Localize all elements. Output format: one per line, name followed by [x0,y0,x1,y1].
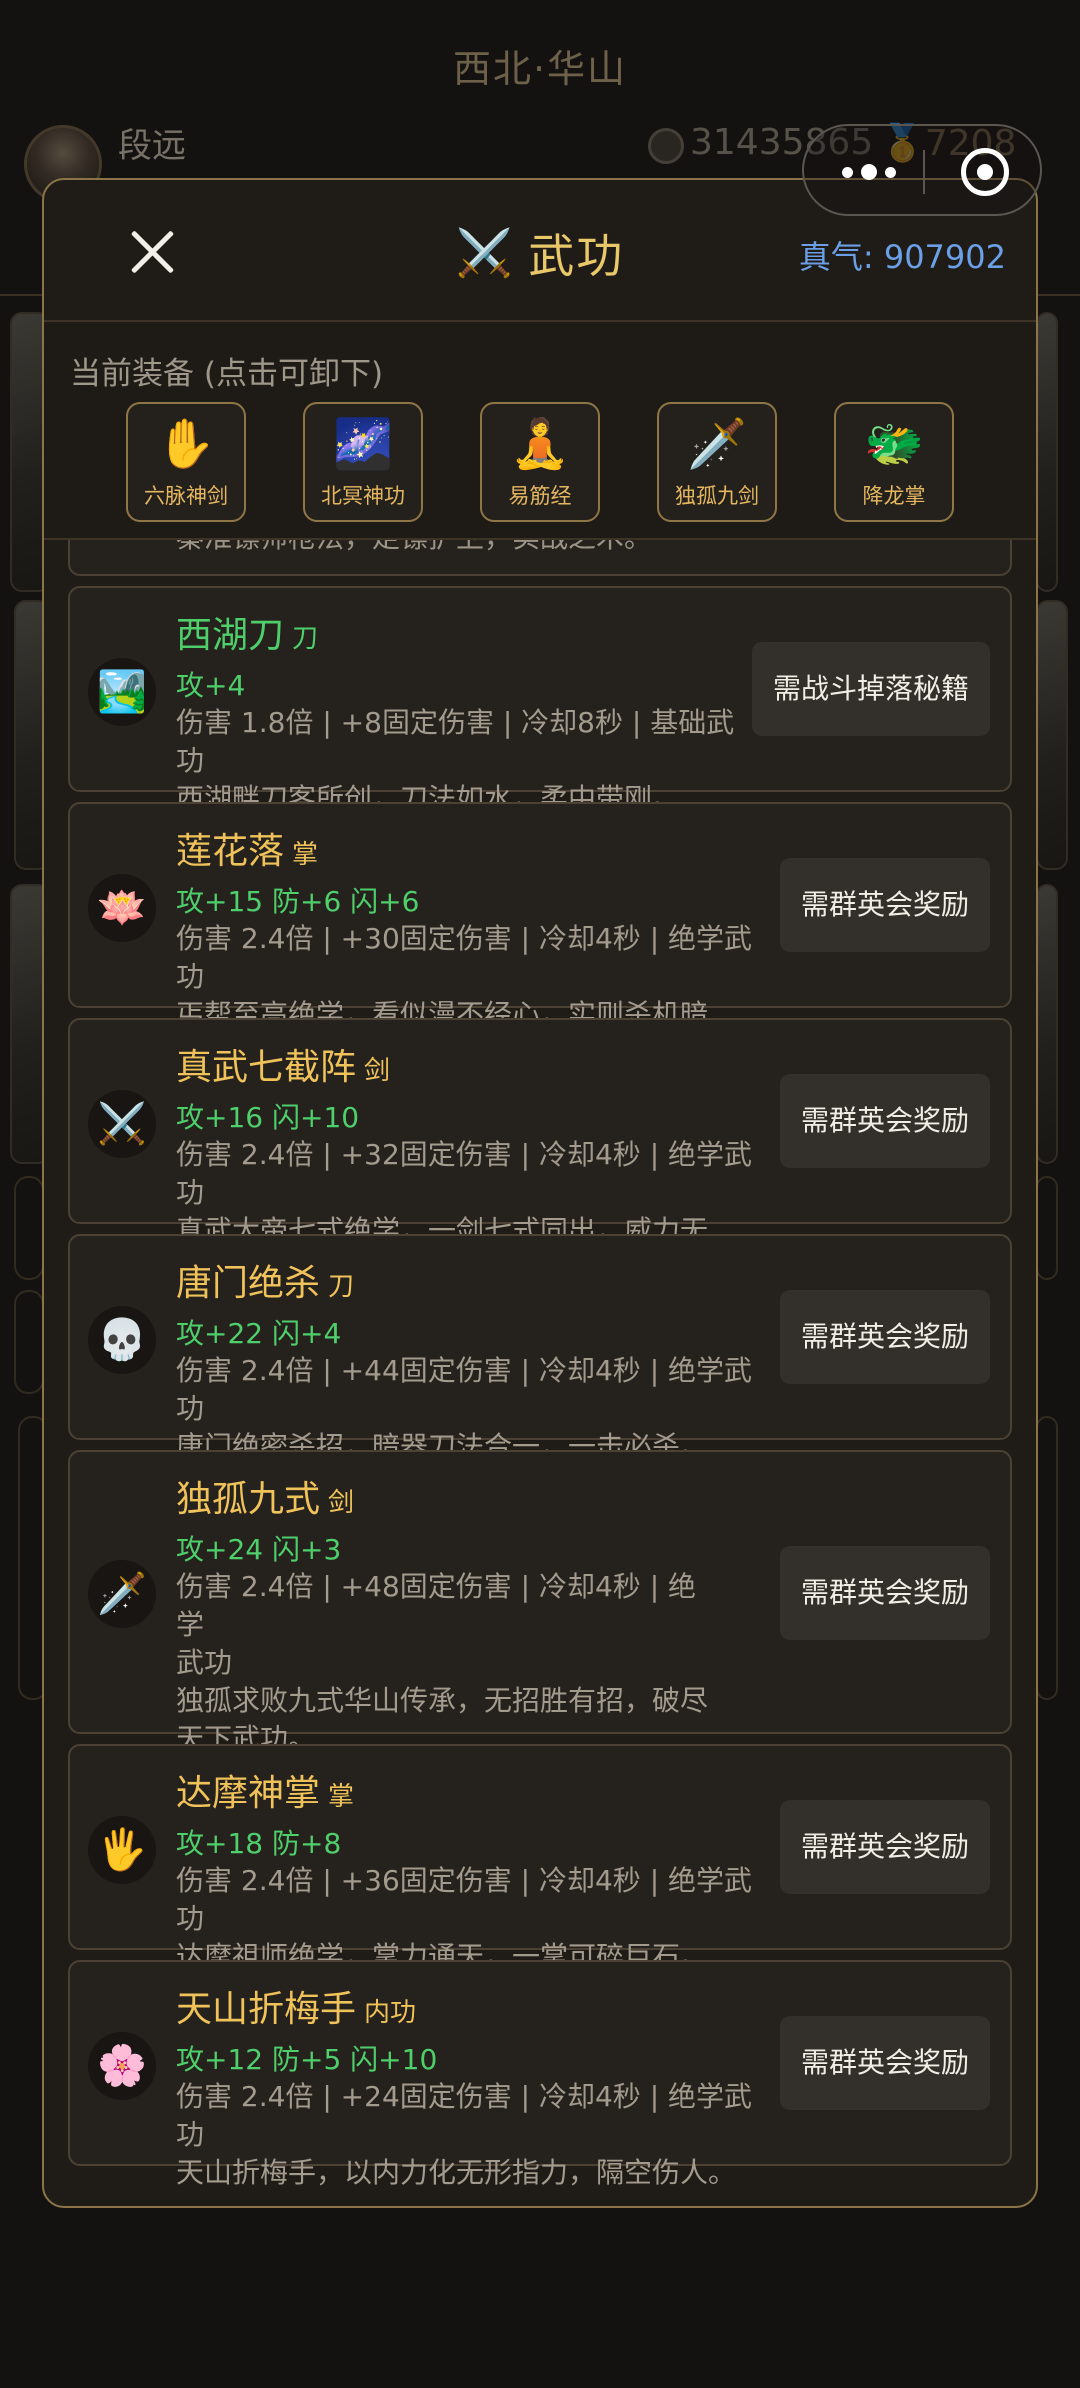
username: 段远 [118,126,186,166]
skull-icon: 💀 [88,1306,156,1374]
equipped-slot-xianglong[interactable]: 🐲 降龙掌 [834,402,954,522]
list-item: 💀 唐门绝杀刀 攻+22 闪+4 伤害 2.4倍 | +44固定伤害 | 冷却4… [68,1234,1012,1463]
crossed-swords-icon: ⚔️ [455,225,514,280]
list-item: 🏞️ 西湖刀刀 攻+4 伤害 1.8倍 | +8固定伤害 | 冷却8秒 | 基础… [68,586,1012,815]
background-scene-card [1036,312,1058,592]
skill-name: 西湖刀刀 [176,615,319,656]
martial-arts-modal: ⚔️ 武功 真气: 907902 当前装备 (点击可卸下) ✋ 六脉神剑 🌌 北… [42,178,1038,2208]
skill-name: 天山折梅手 内功 [176,1989,417,2030]
skill-description: 伤害 1.8倍 | +8固定伤害 | 冷却8秒 | 基础武功 西湖畔刀客所创，刀法… [176,706,735,815]
equipped-slot-label: 易筋经 [508,484,572,508]
equipped-slot-beiming[interactable]: 🌌 北冥神功 [303,402,423,522]
skill-description: 伤害 2.4倍 | +36固定伤害 | 冷却4秒 | 绝学武功 达摩祖师绝学，掌力… [176,1864,753,1973]
equipped-slot-liumai[interactable]: ✋ 六脉神剑 [126,402,246,522]
skill-type: 内功 [364,1998,417,2028]
skill-name: 真武七截阵剑 [176,1047,391,1088]
acquire-button[interactable]: 需战斗掉落秘籍 [752,642,990,736]
skill-name: 达摩神掌掌 [176,1773,355,1814]
acquire-button[interactable]: 需群英会奖励 [780,1546,990,1640]
equipped-slot-yijin[interactable]: 🧘 易筋经 [480,402,600,522]
crossed-swords-icon: ⚔️ [88,1090,156,1158]
list-item: 🗡️ 独孤九式剑 攻+24 闪+3 伤害 2.4倍 | +48固定伤害 | 冷却… [68,1450,1012,1755]
dragon-icon: 🐲 [864,416,924,472]
background-scene-card [1036,600,1068,870]
landscape-icon: 🏞️ [88,658,156,726]
dagger-icon: 🗡️ [687,416,747,472]
raised-hand-icon: ✋ [156,416,216,472]
miniprogram-capsule [802,124,1042,216]
milky-way-icon: 🌌 [333,416,393,472]
background-frame [14,1290,44,1394]
equipped-heading: 当前装备 (点击可卸下) [70,356,384,392]
acquire-button[interactable]: 需群英会奖励 [780,1290,990,1384]
skill-stats: 攻+24 闪+3 [176,1533,342,1566]
skill-type: 掌 [292,840,319,870]
equipped-section: 当前装备 (点击可卸下) ✋ 六脉神剑 🌌 北冥神功 🧘 易筋经 🗡️ 独孤九剑… [44,324,1036,540]
skill-description: 伤害 2.4倍 | +48固定伤害 | 冷却4秒 | 绝学 武功 独孤求败九式华山… [176,1570,709,1755]
location-title: 西北·华山 [452,47,628,91]
close-miniprogram-icon[interactable] [961,148,1009,196]
waving-hand-icon: 🖐️ [88,1816,156,1884]
acquire-button[interactable]: 需群英会奖励 [780,1800,990,1894]
skill-type: 掌 [328,1782,355,1812]
equipped-slot-label: 独孤九剑 [675,484,759,508]
background-frame [14,1176,44,1280]
qi-readout: 真气: 907902 [798,238,1006,276]
capsule-divider [923,150,925,194]
background-frame [1036,1176,1058,1280]
equipped-slot-label: 北冥神功 [321,484,405,508]
skill-name: 莲花落掌 [176,831,319,872]
cherry-blossom-icon: 🌸 [88,2032,156,2100]
skill-description: 伤害 2.4倍 | +24固定伤害 | 冷却4秒 | 绝学武功 天山折梅手，以内力… [176,2080,753,2189]
skill-stats: 攻+15 防+6 闪+6 [176,885,420,918]
skill-stats: 攻+22 闪+4 [176,1317,342,1350]
skill-stats: 攻+12 防+5 闪+10 [176,2043,438,2076]
skill-stats: 攻+4 [176,669,246,702]
skill-stats: 攻+18 防+8 [176,1827,342,1860]
skill-type: 刀 [328,1272,355,1302]
more-icon[interactable] [834,154,904,190]
acquire-button[interactable]: 需群英会奖励 [780,2016,990,2110]
equipped-slot-dugu[interactable]: 🗡️ 独孤九剑 [657,402,777,522]
modal-title: 武功 [528,229,625,283]
acquire-button[interactable]: 需群英会奖励 [780,858,990,952]
lotus-icon: 🪷 [88,874,156,942]
list-item: 🌸 天山折梅手 内功 攻+12 防+5 闪+10 伤害 2.4倍 | +24固定伤… [68,1960,1012,2189]
dagger-icon: 🗡️ [88,1560,156,1628]
skill-name: 唐门绝杀刀 [176,1263,355,1304]
list-item: 🖐️ 达摩神掌掌 攻+18 防+8 伤害 2.4倍 | +36固定伤害 | 冷却… [68,1744,1012,1973]
equipped-slot-label: 六脉神剑 [144,484,228,508]
skill-type: 剑 [328,1488,355,1518]
skill-name: 独孤九式剑 [176,1479,355,1520]
background-scene-card [1036,884,1058,1164]
equipped-slot-label: 降龙掌 [862,484,926,508]
skill-stats: 攻+16 闪+10 [176,1101,360,1134]
skill-type: 刀 [292,624,319,654]
list-item: ⚔️ 真武七截阵剑 攻+16 闪+10 伤害 2.4倍 | +32固定伤害 | … [68,1018,1012,1285]
list-item: 🪷 莲花落掌 攻+15 防+6 闪+6 伤害 2.4倍 | +30固定伤害 | … [68,802,1012,1069]
meditation-icon: 🧘 [510,416,570,472]
skill-type: 剑 [364,1056,391,1086]
acquire-button[interactable]: 需群英会奖励 [780,1074,990,1168]
background-frame [1036,1416,1058,1700]
skill-description: 伤害 2.4倍 | +44固定伤害 | 冷却4秒 | 绝学武功 唐门绝密杀招，暗器… [176,1354,753,1463]
coin-icon [648,128,684,164]
